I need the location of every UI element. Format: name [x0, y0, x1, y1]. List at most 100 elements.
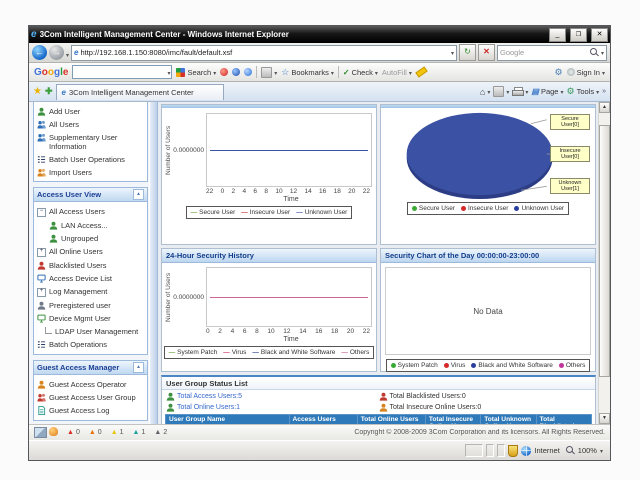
tree-item-all-online-users[interactable]: All Online Users [36, 245, 145, 259]
col-user-group-name[interactable]: User Group Name [166, 415, 290, 425]
url-text[interactable]: http://192.168.1.150:8080/imc/fault/defa… [80, 48, 449, 57]
zoom-control[interactable]: 100% [563, 446, 606, 455]
favorites-center-icon[interactable]: ★ [33, 86, 42, 97]
tools-menu-button[interactable]: ⚙Tools [566, 86, 599, 97]
chevron-down-icon[interactable] [506, 87, 509, 96]
feeds-button[interactable] [493, 86, 509, 97]
search-icon[interactable] [590, 48, 599, 57]
chevron-down-icon[interactable] [331, 68, 334, 77]
home-button[interactable]: ⌂ [480, 87, 490, 97]
scroll-down-button[interactable] [599, 413, 610, 424]
address-input[interactable]: e http://192.168.1.150:8080/imc/fault/de… [71, 45, 457, 61]
section-header-guest-access-manager[interactable]: Guest Access Manager [33, 360, 148, 375]
google-search-button[interactable]: Search [176, 68, 216, 77]
security-day-panel: Security Chart of the Day 00:00:00-23:00… [380, 248, 596, 372]
sidebar-splitter[interactable] [149, 102, 158, 424]
stop-button[interactable]: ✕ [478, 44, 495, 61]
sidebar-item-supplementary-user-information[interactable]: Supplementary User Information [36, 131, 145, 153]
instant-search-input[interactable]: Google [497, 45, 607, 61]
sidebar-item-guest-access-operator[interactable]: Guest Access Operator [36, 378, 145, 391]
autofill-button[interactable]: AutoFill [382, 68, 412, 77]
bookmarks-button[interactable]: ☆Bookmarks [281, 67, 334, 78]
line-chart-plot [206, 113, 372, 187]
line-marker [223, 348, 230, 357]
chevron-down-icon[interactable] [596, 87, 599, 96]
alarm-major[interactable]: 0 [89, 429, 102, 436]
tree-item-batch-operations[interactable]: Batch Operations [36, 338, 145, 351]
guest-log-icon [37, 406, 46, 415]
back-button[interactable]: ← [32, 45, 47, 60]
globe-icon[interactable] [232, 68, 240, 76]
alarm-warning[interactable]: 1 [133, 429, 146, 436]
tree-item-all-access-users[interactable]: All Access Users [36, 205, 145, 219]
sidebar-item-batch-user-operations[interactable]: Batch User Operations [36, 153, 145, 166]
forward-button[interactable]: → [49, 45, 64, 60]
sidebar-item-all-users[interactable]: All Users [36, 118, 145, 131]
tree-expand-icon[interactable] [37, 248, 46, 257]
chevron-down-icon[interactable] [409, 68, 412, 77]
section-header-access-user-view[interactable]: Access User View [33, 187, 148, 202]
refresh-button[interactable]: ↻ [459, 44, 476, 61]
total-access-users[interactable]: Total Access Users:5 [166, 392, 379, 401]
title-bar[interactable]: e 3Com Intelligent Management Center - W… [29, 26, 610, 43]
tree-item-access-device-list[interactable]: Access Device List [36, 272, 145, 285]
minimize-button[interactable] [549, 28, 566, 42]
add-favorite-icon[interactable]: ✚ [45, 86, 53, 97]
tree-item-lan-access[interactable]: LAN Access... [36, 219, 145, 232]
tree-item-log-management[interactable]: Log Management [36, 285, 145, 299]
restore-button[interactable] [570, 28, 587, 42]
zoom-dropdown-icon[interactable] [600, 446, 603, 455]
chevron-down-icon[interactable] [560, 87, 563, 96]
scroll-up-button[interactable] [599, 102, 610, 113]
chevron-down-icon[interactable] [525, 87, 528, 96]
chevron-down-icon[interactable] [375, 68, 378, 77]
chevron-down-icon[interactable] [274, 68, 277, 77]
alarm-critical[interactable]: 0 [67, 429, 80, 436]
popup-blocker-button[interactable] [261, 67, 277, 78]
tree-item-device-mgmt-user[interactable]: Device Mgmt User [36, 312, 145, 325]
google-search-dropdown-icon[interactable] [167, 68, 170, 77]
sidebar-item-import-users[interactable]: Import Users [36, 166, 145, 179]
col-access-users[interactable]: Access Users [289, 415, 357, 425]
add-gadget-icon[interactable] [244, 68, 252, 76]
sidebar-item-guest-access-log[interactable]: Guest Access Log [36, 404, 145, 417]
tree-item-blacklisted-users[interactable]: Blacklisted Users [36, 259, 145, 272]
sphere-icon[interactable] [220, 68, 228, 76]
toolbar-overflow-icon[interactable]: » [602, 88, 606, 95]
total-online-users[interactable]: Total Online Users:1 [166, 403, 379, 412]
sidebar-item-guest-access-user-group[interactable]: Guest Access User Group [36, 391, 145, 404]
collapse-section-icon[interactable] [133, 189, 144, 200]
chevron-down-icon[interactable] [487, 87, 490, 96]
tab-3com-imc[interactable]: e 3Com Intelligent Management Center [56, 84, 224, 100]
page-menu-button[interactable]: ▤Page [531, 87, 563, 96]
alarm-info[interactable]: 2 [154, 429, 167, 436]
scrollbar-thumb[interactable] [599, 125, 610, 377]
alarm-notify-icon[interactable] [49, 427, 58, 436]
col-total-blacklisted-users[interactable]: Total Blacklisted Users [536, 415, 591, 425]
highlighter-icon[interactable] [415, 66, 427, 77]
print-button[interactable] [512, 87, 528, 96]
address-dropdown-icon[interactable] [451, 48, 454, 57]
history-dropdown-icon[interactable] [66, 44, 69, 62]
spellcheck-button[interactable]: ✓Check [343, 68, 378, 77]
status-panel-icon[interactable] [34, 427, 47, 438]
google-search-input[interactable] [72, 65, 172, 79]
collapse-section-icon[interactable] [133, 362, 144, 373]
tree-expand-icon[interactable] [37, 288, 46, 297]
wrench-settings-icon[interactable]: ⚙ [555, 67, 563, 78]
chevron-down-icon[interactable] [602, 68, 605, 77]
content-scrollbar[interactable] [598, 102, 610, 424]
close-button[interactable] [591, 28, 608, 42]
chevron-down-icon[interactable] [213, 68, 216, 77]
tree-item-ungrouped[interactable]: Ungrouped [36, 232, 145, 245]
search-dropdown-icon[interactable] [601, 48, 604, 57]
tree-collapse-icon[interactable] [37, 208, 46, 217]
sidebar-item-add-user[interactable]: Add User [36, 105, 145, 118]
alarm-minor[interactable]: 1 [111, 429, 124, 436]
col-total-insecure-online-users[interactable]: Total Insecure Online Users [425, 415, 480, 425]
col-total-unknown-online-users[interactable]: Total Unknown Online Users [481, 415, 536, 425]
tree-item-ldap-user-management[interactable]: LDAP User Management [36, 325, 145, 338]
col-total-online-users[interactable]: Total Online Users [357, 415, 425, 425]
sign-in-button[interactable]: Sign In [567, 68, 605, 77]
tree-item-preregistered-user[interactable]: Preregistered user [36, 299, 145, 312]
